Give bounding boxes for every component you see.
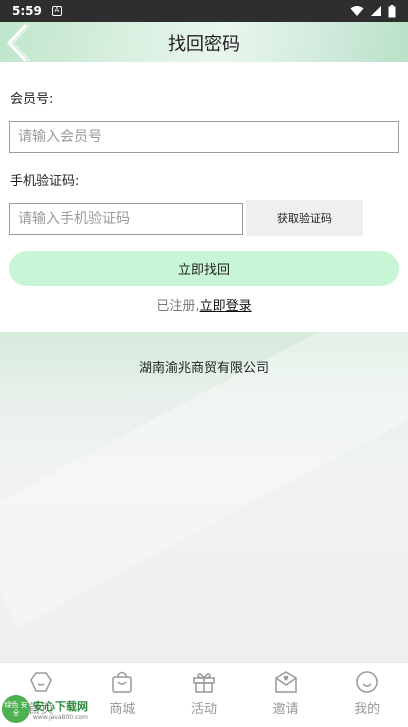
tab-mall-label: 商城 — [109, 702, 136, 717]
company-name: 湖南渝兆商贸有限公司 — [138, 361, 269, 376]
recover-form: 会员号: 手机验证码: 获取验证码 立即找回 已注册,立即登录 — [0, 62, 408, 332]
get-code-button[interactable]: 获取验证码 — [246, 200, 363, 236]
watermark-url: www.java800.com — [33, 713, 88, 721]
gift-icon — [193, 673, 215, 693]
watermark-name: 安心下载网 — [33, 699, 88, 713]
tab-invite[interactable]: 邀请 — [245, 663, 327, 727]
member-input[interactable] — [9, 121, 399, 153]
tab-mine[interactable]: 我的 — [326, 663, 408, 727]
smile-icon — [356, 671, 378, 693]
signal-icon — [371, 6, 381, 16]
submit-button[interactable]: 立即找回 — [9, 251, 399, 286]
watermark-badge: 绿色 安全 — [2, 695, 30, 723]
background-area — [0, 332, 408, 662]
tab-activity[interactable]: 活动 — [163, 663, 245, 727]
registered-text: 已注册, — [156, 299, 200, 314]
login-prompt: 已注册,立即登录 — [0, 295, 408, 314]
bag-icon — [112, 671, 133, 693]
watermark-logo: 绿色 安全 安心下载网 www.java800.com — [2, 694, 112, 724]
mail-icon — [274, 671, 297, 693]
watermark-text: 安心下载网 www.java800.com — [33, 698, 88, 721]
status-icons — [350, 4, 396, 18]
status-bar: 5:59 A — [0, 0, 408, 22]
login-link[interactable]: 立即登录 — [200, 299, 252, 314]
member-label: 会员号: — [10, 92, 54, 107]
wifi-icon — [350, 6, 364, 16]
tab-invite-label: 邀请 — [272, 702, 299, 717]
tab-mine-label: 我的 — [354, 702, 381, 717]
home-icon — [29, 672, 52, 692]
status-time: 5:59 — [12, 4, 42, 18]
notification-icon: A — [51, 6, 62, 16]
code-label: 手机验证码: — [10, 174, 80, 189]
background-stripe — [0, 332, 408, 628]
header-bar: 找回密码 — [0, 22, 408, 62]
tab-activity-label: 活动 — [190, 702, 217, 717]
page-title: 找回密码 — [168, 34, 240, 55]
sms-code-input[interactable] — [9, 203, 243, 235]
battery-icon — [388, 4, 396, 17]
